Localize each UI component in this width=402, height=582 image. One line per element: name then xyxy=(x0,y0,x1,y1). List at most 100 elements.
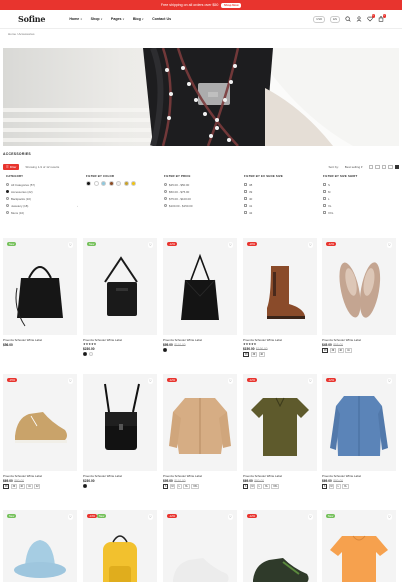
nav-blog[interactable]: Blog ▾ xyxy=(133,17,143,21)
product-card[interactable]: -20% ♡ Proenza Schouler White Label ★★★★★ $1… xyxy=(243,238,317,357)
category-option[interactable]: Accessories (22) xyxy=(6,188,78,195)
wishlist-heart-icon[interactable]: ♡ xyxy=(386,378,392,384)
product-name[interactable]: Proenza Schouler White Label xyxy=(322,474,396,478)
size-variant[interactable]: XL xyxy=(342,484,349,489)
shirt-size-option[interactable]: S xyxy=(323,181,395,188)
size-variant[interactable]: 41 xyxy=(345,348,352,353)
wishlist-heart-icon[interactable]: ♡ xyxy=(147,514,153,520)
nav-shop[interactable]: Shop ▾ xyxy=(91,17,102,21)
size-variant[interactable]: M xyxy=(169,484,176,489)
size-variant[interactable]: S xyxy=(322,484,328,489)
size-variant[interactable]: M xyxy=(249,484,256,489)
product-image[interactable]: -12% ♡ xyxy=(322,374,396,471)
product-image[interactable]: -13% New ♡ xyxy=(83,510,157,582)
wishlist-heart-icon[interactable]: ♡ xyxy=(227,514,233,520)
color-swatch[interactable] xyxy=(101,181,106,186)
nav-contact[interactable]: Contact Us xyxy=(152,17,171,21)
color-variant[interactable] xyxy=(83,484,87,488)
product-image[interactable]: -20% ♡ xyxy=(243,238,317,335)
product-image[interactable]: -12% ♡ xyxy=(322,238,396,335)
color-variant[interactable] xyxy=(163,348,167,352)
shoe-size-option[interactable]: 40 xyxy=(244,195,316,202)
product-image[interactable]: New ♡ xyxy=(3,510,77,582)
shirt-size-option[interactable]: XL xyxy=(323,202,395,209)
currency-select[interactable]: USD xyxy=(313,15,326,23)
wishlist-heart-icon[interactable]: ♡ xyxy=(227,242,233,248)
wishlist-button[interactable]: 0 xyxy=(367,14,375,23)
size-variant[interactable]: 42 xyxy=(34,484,41,489)
size-variant[interactable]: 41 xyxy=(26,484,33,489)
product-card[interactable]: New ♡ xyxy=(3,510,77,582)
logo[interactable]: Sofine xyxy=(18,14,46,24)
product-card[interactable]: -12% ♡ Proenza Schouler White Label $95.00 $… xyxy=(163,238,237,352)
product-image[interactable]: New ♡ xyxy=(83,238,157,335)
color-variant[interactable] xyxy=(83,352,87,356)
filter-button[interactable]: ☰ Filter xyxy=(3,164,20,170)
size-variant[interactable]: 40 xyxy=(337,348,344,353)
shirt-size-option[interactable]: XXL xyxy=(323,209,395,216)
product-card[interactable]: -12% ♡ Proenza Schouler White Label $45.00 $… xyxy=(322,238,396,353)
nav-pages[interactable]: Pages ▾ xyxy=(111,17,124,21)
product-image[interactable]: -12% ♡ xyxy=(243,374,317,471)
product-name[interactable]: Proenza Schouler White Label xyxy=(83,474,157,478)
product-card[interactable]: -12% ♡ Proenza Schouler White Label $95.00 $… xyxy=(163,374,237,489)
size-variant[interactable]: L xyxy=(335,484,341,489)
color-swatch[interactable] xyxy=(86,181,91,186)
user-icon[interactable] xyxy=(356,16,362,22)
size-variant[interactable]: 40 xyxy=(258,352,265,357)
wishlist-heart-icon[interactable]: ♡ xyxy=(307,242,313,248)
product-image[interactable]: -15% ♡ xyxy=(3,374,77,471)
grid-4-view-icon[interactable] xyxy=(388,165,393,169)
grid-2-view-icon[interactable] xyxy=(375,165,380,169)
wishlist-heart-icon[interactable]: ♡ xyxy=(386,514,392,520)
price-option[interactable]: $25.00 - $50.00 xyxy=(164,181,236,188)
product-card[interactable]: -12% ♡ Proenza Schouler White Label $69.00 $… xyxy=(322,374,396,489)
nav-home[interactable]: Home ▾ xyxy=(69,17,81,21)
size-variant[interactable]: XL xyxy=(263,484,270,489)
shirt-size-option[interactable]: M xyxy=(323,188,395,195)
size-variant[interactable]: 39 xyxy=(329,348,337,353)
product-image[interactable]: New ♡ xyxy=(3,238,77,335)
color-variant[interactable] xyxy=(88,352,93,356)
size-variant[interactable]: XXL xyxy=(191,484,200,489)
product-image[interactable]: -12% ♡ xyxy=(163,510,237,582)
product-image[interactable]: -12% ♡ xyxy=(163,238,237,335)
product-name[interactable]: Proenza Schouler White Label xyxy=(243,474,317,478)
product-card[interactable]: -12% ♡ xyxy=(243,510,317,582)
size-variant[interactable]: M xyxy=(328,484,335,489)
color-swatch[interactable] xyxy=(131,181,136,186)
shoe-size-option[interactable]: 39 xyxy=(244,188,316,195)
product-name[interactable]: Proenza Schouler White Label xyxy=(163,474,237,478)
product-card[interactable]: New ♡ Proenza Schouler White Label ★★★★★ $23… xyxy=(83,238,157,356)
size-variant[interactable]: L xyxy=(256,484,262,489)
size-variant[interactable]: L xyxy=(176,484,182,489)
product-image[interactable]: -12% ♡ xyxy=(243,510,317,582)
size-variant[interactable]: XXL xyxy=(271,484,280,489)
language-select[interactable]: EN xyxy=(330,15,340,23)
wishlist-heart-icon[interactable]: ♡ xyxy=(147,378,153,384)
product-card[interactable]: -13% New ♡ xyxy=(83,510,157,582)
sort-select[interactable]: Best selling ▾ xyxy=(345,165,363,169)
shirt-size-option[interactable]: L xyxy=(323,195,395,202)
wishlist-heart-icon[interactable]: ♡ xyxy=(227,378,233,384)
wishlist-heart-icon[interactable]: ♡ xyxy=(307,378,313,384)
size-variant[interactable]: XL xyxy=(183,484,190,489)
product-card[interactable]: -15% ♡ Proenza Schouler White Label $69.00 $… xyxy=(3,374,77,489)
shoe-size-option[interactable]: 41 xyxy=(244,202,316,209)
price-option[interactable]: $75.00 - $100.00 xyxy=(164,195,236,202)
wishlist-heart-icon[interactable]: ♡ xyxy=(307,514,313,520)
product-card[interactable]: -12% ♡ Proenza Schouler White Label $69.00 $… xyxy=(243,374,317,489)
size-variant[interactable]: 38 xyxy=(3,484,10,489)
shoe-size-option[interactable]: 38 xyxy=(244,181,316,188)
color-swatch[interactable] xyxy=(116,181,121,186)
category-option[interactable]: Mens (10) xyxy=(6,209,78,216)
grid-5-view-icon[interactable] xyxy=(394,165,399,169)
grid-3-view-icon[interactable] xyxy=(381,165,386,169)
price-option[interactable]: $100.00 - $150.00 xyxy=(164,202,236,209)
category-option[interactable]: Jewelery (18) › xyxy=(6,202,78,209)
size-variant[interactable]: S xyxy=(163,484,169,489)
size-variant[interactable]: 38 xyxy=(243,352,250,357)
product-image[interactable]: ♡ xyxy=(83,374,157,471)
product-image[interactable]: New ♡ xyxy=(322,510,396,582)
category-option[interactable]: All Categories (57) xyxy=(6,181,78,188)
